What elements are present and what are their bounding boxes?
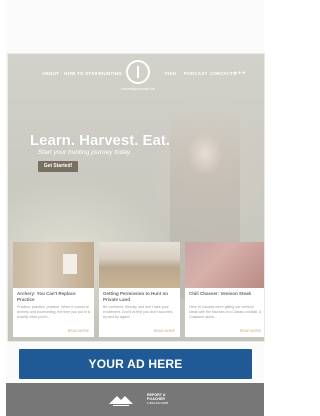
card-body: Here in Canada we're gifting our venison… xyxy=(189,305,262,319)
report-phone: 1-800-462-6085 xyxy=(147,401,169,405)
nav-podcast[interactable]: PODCAST xyxy=(184,71,207,76)
ad-label: YOUR AD HERE xyxy=(88,357,183,371)
ministry-logo[interactable] xyxy=(107,393,135,407)
ad-banner[interactable]: YOUR AD HERE xyxy=(19,349,252,379)
site-nav: ABOUT HOW TO START HUNTING harvestyourow… xyxy=(8,54,264,96)
social-icons[interactable]: ●●● xyxy=(234,70,246,76)
footer: REPORT A POACHER 1-800-462-6085 xyxy=(6,383,264,416)
card-body: Practice, practice, practice. When it co… xyxy=(17,305,91,319)
card-title: Chili Chasser: Venison Steak xyxy=(189,291,252,296)
venison-steak-image xyxy=(185,242,264,288)
nav-about[interactable]: ABOUT xyxy=(42,71,59,76)
hero-title: Learn. Harvest. Eat. xyxy=(30,132,171,149)
read-more-link[interactable]: READ MORE xyxy=(154,329,175,333)
nav-fish[interactable]: FISH xyxy=(165,71,176,76)
target-board xyxy=(63,254,77,274)
field-landscape-image xyxy=(99,242,180,288)
get-started-button[interactable]: Get Started! xyxy=(38,161,78,172)
nav-hunting[interactable]: HUNTING xyxy=(100,71,122,76)
hero-subtitle: Start your hunting journey today. xyxy=(38,149,132,156)
nav-contacts[interactable]: CONTACTS xyxy=(210,71,236,76)
site-logo[interactable] xyxy=(126,60,150,84)
instagram-icon[interactable]: ● xyxy=(242,70,246,76)
nav-how-to-start[interactable]: HOW TO START xyxy=(64,71,101,76)
card-title: Archery: You Can't Replace Practice xyxy=(17,291,76,302)
read-more-link[interactable]: READ MORE xyxy=(68,329,89,333)
article-card-venison[interactable]: Chili Chasser: Venison Steak Here in Can… xyxy=(185,242,264,337)
website-screenshot[interactable]: ABOUT HOW TO START HUNTING harvestyourow… xyxy=(7,53,265,342)
mountain-icon xyxy=(109,396,133,406)
read-more-link[interactable]: READ MORE xyxy=(240,329,261,333)
card-title: Getting Permission to Hunt on Private La… xyxy=(103,291,168,302)
card-body: Be confident, friendly, and don't take y… xyxy=(103,305,174,319)
article-card-archery[interactable]: Archery: You Can't Replace Practice Prac… xyxy=(13,242,94,337)
site-name: harvestyourown.ca xyxy=(121,86,155,91)
article-card-permission[interactable]: Getting Permission to Hunt on Private La… xyxy=(99,242,180,337)
report-a-poacher-logo[interactable]: REPORT A POACHER 1-800-462-6085 xyxy=(147,393,185,407)
archery-target-image xyxy=(13,242,94,288)
